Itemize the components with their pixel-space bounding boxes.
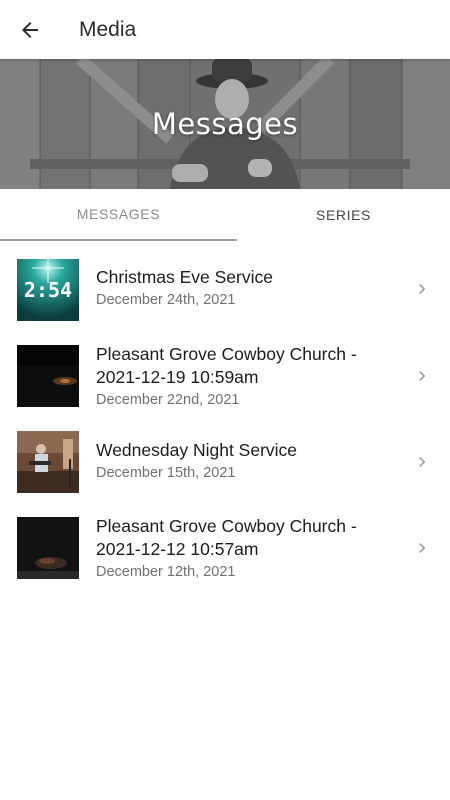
message-date: December 24th, 2021 <box>96 292 236 308</box>
back-button[interactable] <box>0 0 60 59</box>
list-item-text: Wednesday Night Service December 15th, 2… <box>96 439 406 481</box>
list-item[interactable]: Wednesday Night Service December 15th, 2… <box>0 424 450 510</box>
list-item-text: Pleasant Grove Cowboy Church - 2021-12-1… <box>96 515 406 580</box>
hero-title: Messages <box>151 107 299 141</box>
chevron-right-icon <box>419 371 426 381</box>
chevron-right-icon <box>419 457 426 467</box>
tab-messages[interactable]: MESSAGES <box>0 189 237 241</box>
message-title: Christmas Eve Service <box>96 267 273 287</box>
chevron-right-icon <box>419 284 426 294</box>
message-date: December 12th, 2021 <box>96 564 236 580</box>
message-thumbnail <box>17 517 79 579</box>
list-item-text: Pleasant Grove Cowboy Church - 2021-12-1… <box>96 343 406 408</box>
page-title: Media <box>79 17 137 41</box>
message-title: Pleasant Grove Cowboy Church - 2021-12-1… <box>96 344 357 387</box>
app-bar: Media <box>0 0 450 59</box>
message-title: Wednesday Night Service <box>96 440 298 460</box>
list-item[interactable]: 2:54 Christmas Eve Service December 24th… <box>0 242 450 338</box>
tab-bar: MESSAGES SERIES <box>0 189 450 241</box>
message-thumbnail: 2:54 <box>17 259 79 321</box>
arrow-back-icon <box>22 21 38 38</box>
chevron-right-icon <box>419 543 426 553</box>
list-item-text: Christmas Eve Service December 24th, 202… <box>96 266 406 308</box>
tab-series[interactable]: SERIES <box>237 189 450 241</box>
list-item[interactable]: Pleasant Grove Cowboy Church - 2021-12-1… <box>0 510 450 596</box>
message-date: December 15th, 2021 <box>96 465 236 481</box>
thumbnail-countdown-text: 2:54 <box>24 278 72 302</box>
message-thumbnail <box>17 431 79 493</box>
hero-banner: Messages <box>0 59 450 189</box>
list-item[interactable]: Pleasant Grove Cowboy Church - 2021-12-1… <box>0 338 450 424</box>
message-date: December 22nd, 2021 <box>96 392 240 408</box>
message-title: Pleasant Grove Cowboy Church - 2021-12-1… <box>96 516 357 559</box>
message-thumbnail <box>17 345 79 407</box>
